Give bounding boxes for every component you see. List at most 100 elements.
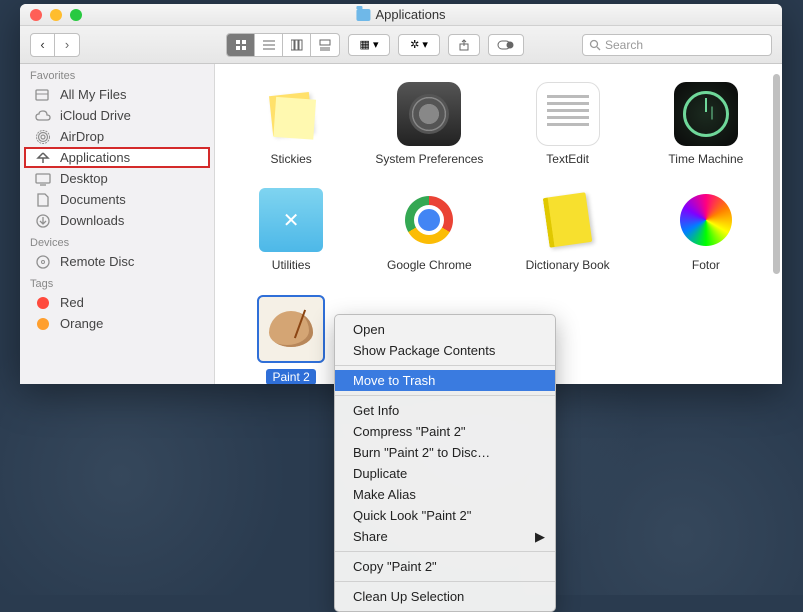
utilities-icon [259, 188, 323, 252]
menu-item-clean-up-selection[interactable]: Clean Up Selection [335, 586, 555, 607]
apps-icon [34, 151, 52, 165]
sidebar-section-header: Devices [20, 231, 214, 251]
app-fotor[interactable]: Fotor [642, 188, 770, 272]
sidebar-item-label: iCloud Drive [60, 108, 131, 123]
window-title: Applications [356, 7, 445, 22]
menu-separator [335, 395, 555, 396]
app-label: Paint 2 [266, 369, 315, 384]
menu-item-open[interactable]: Open [335, 319, 555, 340]
app-label: Time Machine [668, 152, 743, 166]
menu-item-compress-paint-2[interactable]: Compress "Paint 2" [335, 421, 555, 442]
sidebar-item-label: Downloads [60, 213, 124, 228]
search-field[interactable]: Search [582, 34, 772, 56]
sidebar-item-label: Orange [60, 316, 103, 331]
sidebar-section-header: Tags [20, 272, 214, 292]
airdrop-icon [34, 130, 52, 144]
menu-item-share[interactable]: Share▶ [335, 526, 555, 547]
folder-icon [356, 9, 370, 21]
sidebar-item-orange[interactable]: Orange [20, 313, 214, 334]
disc-icon [34, 255, 52, 269]
menu-item-show-package-contents[interactable]: Show Package Contents [335, 340, 555, 361]
context-menu: OpenShow Package Contents Move to Trash Ge… [334, 314, 556, 612]
menu-item-copy-paint-2[interactable]: Copy "Paint 2" [335, 556, 555, 577]
app-textedit[interactable]: TextEdit [504, 82, 632, 166]
app-label: TextEdit [546, 152, 589, 166]
sidebar: FavoritesAll My FilesiCloud DriveAirDrop… [20, 64, 215, 384]
arrange-button[interactable]: ▦ ▾ [348, 34, 390, 56]
chrome-icon [397, 188, 461, 252]
view-mode-segment [226, 33, 340, 57]
menu-separator [335, 551, 555, 552]
titlebar[interactable]: Applications [20, 4, 782, 26]
app-dictionary-book[interactable]: Dictionary Book [504, 188, 632, 272]
timemachine-icon [674, 82, 738, 146]
sidebar-item-label: Remote Disc [60, 254, 134, 269]
cloud-icon [34, 109, 52, 123]
app-system-preferences[interactable]: System Preferences [365, 82, 493, 166]
nav-buttons: ‹ › [30, 33, 80, 57]
search-placeholder: Search [605, 38, 643, 52]
column-view-button[interactable] [283, 34, 311, 56]
sidebar-item-label: Applications [60, 150, 130, 165]
menu-separator [335, 365, 555, 366]
menu-item-burn-paint-2-to-disc[interactable]: Burn "Paint 2" to Disc… [335, 442, 555, 463]
menu-item-make-alias[interactable]: Make Alias [335, 484, 555, 505]
app-label: System Preferences [375, 152, 483, 166]
menu-item-get-info[interactable]: Get Info [335, 400, 555, 421]
app-utilities[interactable]: Utilities [227, 188, 355, 272]
list-view-button[interactable] [255, 34, 283, 56]
app-label: Utilities [272, 258, 311, 272]
app-stickies[interactable]: Stickies [227, 82, 355, 166]
sidebar-item-downloads[interactable]: Downloads [20, 210, 214, 231]
forward-button[interactable]: › [55, 34, 79, 56]
scrollbar[interactable] [773, 74, 780, 274]
sidebar-item-label: All My Files [60, 87, 126, 102]
downloads-icon [34, 214, 52, 228]
documents-icon [34, 193, 52, 207]
app-label: Dictionary Book [526, 258, 610, 272]
desktop-icon [34, 172, 52, 186]
sidebar-item-red[interactable]: Red [20, 292, 214, 313]
tag-dot-icon [34, 317, 52, 331]
dictbook-icon [536, 188, 600, 252]
app-label: Google Chrome [387, 258, 472, 272]
share-button[interactable] [448, 34, 480, 56]
app-google-chrome[interactable]: Google Chrome [365, 188, 493, 272]
minimize-button[interactable] [50, 9, 62, 21]
sidebar-item-label: Red [60, 295, 84, 310]
toolbar: ‹ › ▦ ▾ ✲ ▾ Search [20, 26, 782, 64]
icon-view-button[interactable] [227, 34, 255, 56]
fullscreen-button[interactable] [70, 9, 82, 21]
textedit-icon [536, 82, 600, 146]
sidebar-item-desktop[interactable]: Desktop [20, 168, 214, 189]
sidebar-item-label: Documents [60, 192, 126, 207]
menu-item-duplicate[interactable]: Duplicate [335, 463, 555, 484]
sidebar-item-airdrop[interactable]: AirDrop [20, 126, 214, 147]
sysprefs-icon [397, 82, 461, 146]
sidebar-item-all-my-files[interactable]: All My Files [20, 84, 214, 105]
all-files-icon [34, 88, 52, 102]
sidebar-item-documents[interactable]: Documents [20, 189, 214, 210]
sidebar-item-remote-disc[interactable]: Remote Disc [20, 251, 214, 272]
search-icon [589, 39, 601, 51]
coverflow-view-button[interactable] [311, 34, 339, 56]
fotor-icon [674, 188, 738, 252]
window-title-text: Applications [375, 7, 445, 22]
paint-icon [259, 297, 323, 361]
app-label: Fotor [692, 258, 720, 272]
back-button[interactable]: ‹ [31, 34, 55, 56]
menu-item-move-to-trash[interactable]: Move to Trash [335, 370, 555, 391]
sidebar-item-icloud-drive[interactable]: iCloud Drive [20, 105, 214, 126]
tag-dot-icon [34, 296, 52, 310]
menu-separator [335, 581, 555, 582]
sidebar-item-applications[interactable]: Applications [24, 147, 210, 168]
action-button[interactable]: ✲ ▾ [398, 34, 440, 56]
tags-button[interactable] [488, 34, 524, 56]
traffic-lights [20, 9, 82, 21]
menu-item-quick-look-paint-2[interactable]: Quick Look "Paint 2" [335, 505, 555, 526]
app-time-machine[interactable]: Time Machine [642, 82, 770, 166]
close-button[interactable] [30, 9, 42, 21]
app-label: Stickies [270, 152, 311, 166]
sidebar-item-label: Desktop [60, 171, 108, 186]
stickies-icon [259, 82, 323, 146]
